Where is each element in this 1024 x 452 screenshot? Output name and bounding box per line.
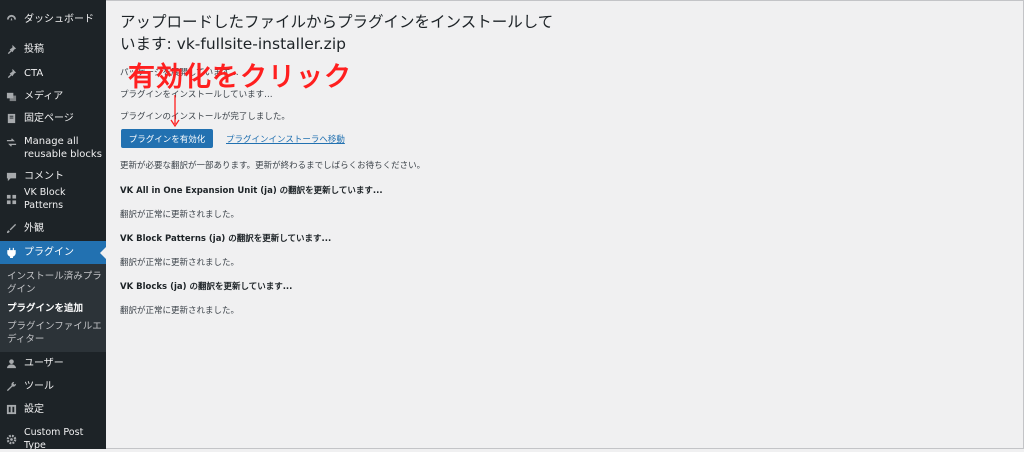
annotation-arrow-icon (170, 95, 180, 128)
